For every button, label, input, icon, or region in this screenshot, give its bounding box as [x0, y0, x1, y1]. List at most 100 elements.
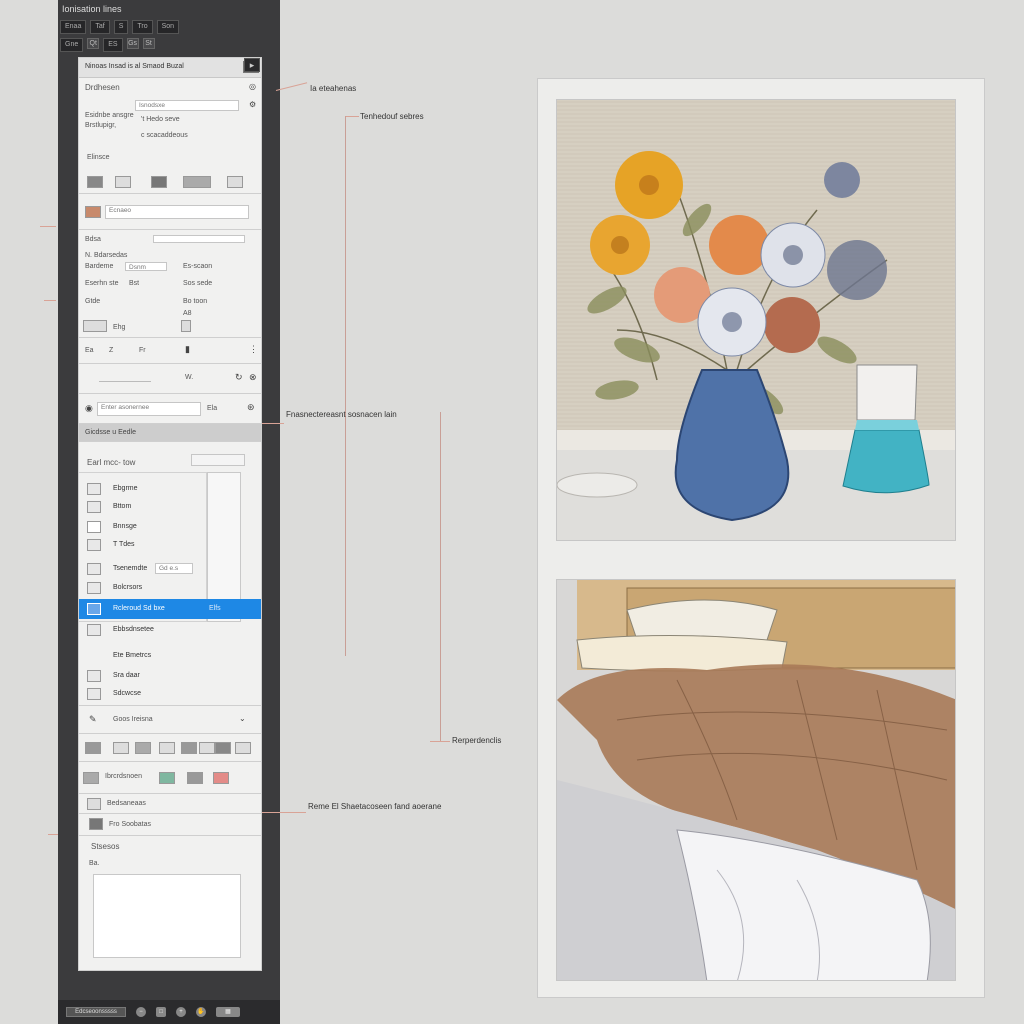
- list-item[interactable]: Ebgrme: [79, 479, 259, 499]
- attr-row-d-right: Bo toon: [183, 298, 208, 305]
- section-collapsed-3[interactable]: Bedsaneaas: [79, 794, 261, 814]
- collapsed-2-thumb-icon: [83, 772, 99, 784]
- fit-icon[interactable]: □: [156, 1007, 166, 1017]
- grid-icon-6[interactable]: [199, 742, 215, 754]
- format-icon-3[interactable]: [151, 176, 167, 188]
- zoom-out-icon[interactable]: −: [136, 1007, 146, 1017]
- tool-1[interactable]: Ea: [85, 347, 94, 354]
- search-input[interactable]: Enter asonernee: [97, 402, 201, 416]
- collapsed-3-label: Bedsaneaas: [107, 800, 146, 807]
- list-item[interactable]: Bnnsge: [79, 517, 259, 537]
- tool-3[interactable]: Fr: [139, 347, 146, 354]
- list-item[interactable]: Ebbsdnsetee: [79, 620, 259, 640]
- section-search: ◉ Enter asonernee Ela ⊛: [79, 394, 261, 424]
- status-label: Edcseoonsssss: [66, 1007, 126, 1017]
- details-note: 't Hedo seve: [141, 116, 180, 123]
- layer-thumb-icon: [87, 582, 101, 594]
- callout-1: Ia eteahenas: [310, 84, 357, 93]
- reset-icon[interactable]: ↻: [235, 372, 243, 383]
- color-chip-1[interactable]: [159, 772, 175, 784]
- value-slider[interactable]: [99, 374, 151, 382]
- toolbar-button-4[interactable]: Tro: [132, 20, 153, 34]
- attr-row-b-left: Bardeme: [85, 263, 114, 270]
- toolbar-button-5[interactable]: Son: [156, 20, 180, 34]
- layer-thumb-icon: [87, 688, 101, 700]
- attr-thumb-icon[interactable]: [83, 320, 107, 332]
- format-icon-2[interactable]: [115, 176, 131, 188]
- hand-icon[interactable]: ✋: [196, 1007, 206, 1017]
- panel-expand-icon[interactable]: ▸: [244, 58, 260, 72]
- chevron-down-icon[interactable]: ⌄: [239, 714, 246, 723]
- info-icon[interactable]: ◎: [249, 82, 256, 91]
- attr-row-c-left: Eserhn ste: [85, 280, 119, 287]
- zoom-in-icon[interactable]: +: [176, 1007, 186, 1017]
- section-collapsed-1[interactable]: ✎ Goos Ireisna ⌄: [79, 706, 261, 734]
- grid-toggle-icon[interactable]: ▦: [216, 1007, 240, 1017]
- color-chip-3[interactable]: [213, 772, 229, 784]
- flower-vase-illustration: [557, 100, 955, 540]
- format-icon-4[interactable]: [183, 176, 211, 188]
- attr-row-b-mid[interactable]: Dsnm: [125, 262, 167, 271]
- notes-label: Stsesos: [91, 842, 120, 851]
- notes-textarea[interactable]: [93, 874, 241, 958]
- toolbar2-button-5[interactable]: St: [142, 38, 155, 49]
- toolbar-button-2[interactable]: Taf: [90, 20, 110, 34]
- grid-icon-2[interactable]: [113, 742, 129, 754]
- color-chip-2[interactable]: [187, 772, 203, 784]
- section-bar: Gicdsse u Eedle: [79, 424, 261, 442]
- layer-thumb-icon: [87, 670, 101, 682]
- callout-2-line: [345, 116, 359, 117]
- search-settings-icon[interactable]: ⊛: [247, 402, 255, 413]
- list-item[interactable]: Sdcwcse: [79, 684, 259, 704]
- sidebar: Ionisation lines Enaa Taf S Tro Son Gne …: [58, 0, 280, 1024]
- grid-icon-3[interactable]: [135, 742, 151, 754]
- list-item[interactable]: Bttom: [79, 497, 259, 517]
- search-button[interactable]: Ela: [207, 405, 217, 412]
- list-item-selected[interactable]: Rcleroud Sd bxe Elfs: [79, 599, 261, 619]
- artboard-canvas[interactable]: [537, 78, 985, 998]
- attributes-label: Bdsa: [85, 236, 101, 243]
- section-tools: Ea Z Fr ▮ ⋮: [79, 338, 261, 364]
- layers-filter[interactable]: [191, 454, 245, 466]
- source-input[interactable]: Ecnaeo: [105, 205, 249, 219]
- app-title: Ionisation lines: [62, 4, 122, 14]
- grid-icon-8[interactable]: [235, 742, 251, 754]
- format-icon-5[interactable]: [227, 176, 243, 188]
- artwork-bed[interactable]: [556, 579, 956, 981]
- grid-icon-4[interactable]: [159, 742, 175, 754]
- settings-icon[interactable]: ⚙: [249, 100, 256, 109]
- section-collapsed-4[interactable]: Fro Soobatas: [79, 814, 261, 836]
- toolbar-button-1[interactable]: Enaa: [60, 20, 87, 34]
- callout-4-vline: [440, 412, 441, 742]
- panel-header-title: Ninoas Insad is al Smaod Buzal: [85, 63, 184, 70]
- list-item[interactable]: Tsenemdte Gd e.s: [79, 559, 259, 579]
- type-icon[interactable]: ▮: [185, 344, 190, 355]
- tool-2[interactable]: Z: [109, 347, 113, 354]
- brush-icon: ✎: [89, 714, 97, 724]
- artwork-flowers[interactable]: [556, 99, 956, 541]
- toolbar2-button-2[interactable]: Qt: [87, 38, 100, 49]
- toolbar2-button-3[interactable]: ES: [103, 38, 123, 52]
- format-icon-1[interactable]: [87, 176, 103, 188]
- attributes-slider[interactable]: [153, 235, 245, 243]
- swatch-icon[interactable]: [85, 206, 101, 218]
- list-item-badge: Gd e.s: [155, 563, 193, 574]
- grid-icon-5[interactable]: [181, 742, 197, 754]
- list-item[interactable]: Ete Bmetrcs: [79, 646, 259, 666]
- list-item-badge: Elfs: [209, 605, 221, 612]
- link-icon[interactable]: ⊗: [249, 372, 257, 383]
- details-field[interactable]: Isnodsxe: [135, 100, 239, 111]
- list-item[interactable]: T Tdes: [79, 535, 259, 555]
- grid-icon-1[interactable]: [85, 742, 101, 754]
- layer-thumb-icon: [87, 563, 101, 575]
- more-icon[interactable]: ⋮: [249, 344, 258, 355]
- section-collapsed-2[interactable]: Ibrcrdsnoen: [79, 762, 261, 794]
- layer-thumb-icon: [87, 539, 101, 551]
- toolbar2-button-1[interactable]: Gne: [60, 38, 84, 52]
- list-item[interactable]: Bolcrsors: [79, 578, 259, 598]
- toolbar2-button-4[interactable]: Gs: [126, 38, 139, 49]
- grid-icon-7[interactable]: [215, 742, 231, 754]
- attr-lock-icon[interactable]: [181, 320, 191, 332]
- toolbar-button-3[interactable]: S: [113, 20, 129, 34]
- list-item[interactable]: Sra daar: [79, 666, 259, 686]
